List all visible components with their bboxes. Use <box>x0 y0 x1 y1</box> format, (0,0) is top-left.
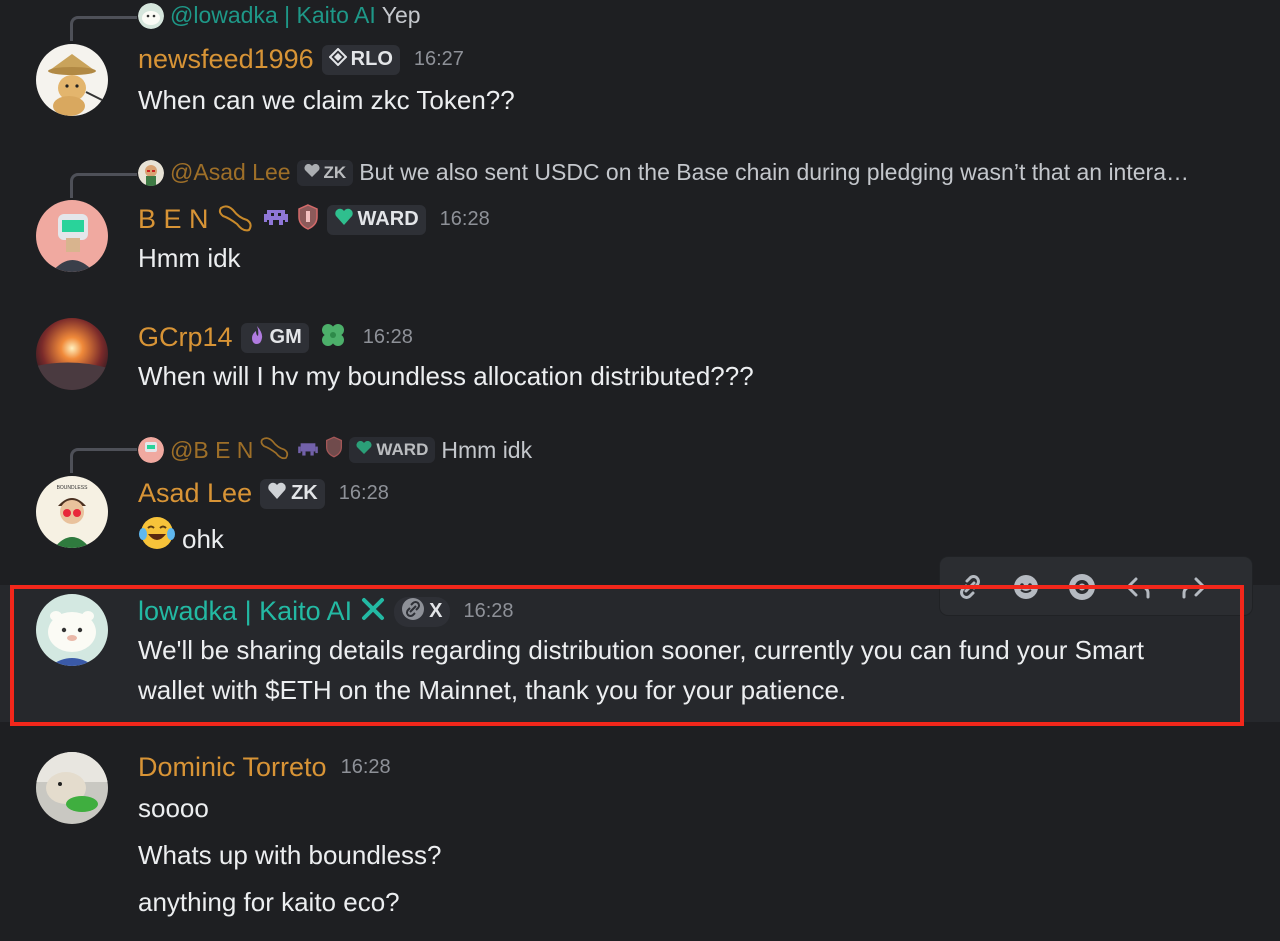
message-text: Hmm idk <box>138 238 241 278</box>
message-line: anything for kaito eco? <box>138 887 400 917</box>
timestamp[interactable]: 16:28 <box>341 756 391 779</box>
reply-username[interactable]: @B E N <box>170 437 253 464</box>
message-line: soooo <box>138 793 209 823</box>
alien-icon <box>297 437 319 464</box>
shield-icon <box>297 204 319 235</box>
reply-guild-tag-label: ZK <box>323 162 347 182</box>
reply-guild-tag: WARD <box>349 437 436 463</box>
message-text: Whats up with boundless? <box>138 835 442 875</box>
guild-tag-label: WARD <box>357 208 419 230</box>
username[interactable]: GCrp14 <box>138 322 233 353</box>
heart-icon <box>334 208 354 232</box>
reply-preview-text[interactable]: But we also sent USDC on the Base chain … <box>359 159 1189 186</box>
avatar[interactable] <box>36 752 108 824</box>
timestamp[interactable]: 16:28 <box>363 326 413 349</box>
crab-icon <box>259 434 291 466</box>
flame-icon <box>248 325 266 351</box>
diamond-icon <box>328 47 348 72</box>
guild-tag[interactable]: ZK <box>260 478 325 509</box>
alien-icon <box>263 206 289 233</box>
laughing-crying-emoji-icon <box>138 514 176 563</box>
reply-username[interactable]: @lowadka | Kaito AI <box>170 2 376 29</box>
guild-tag[interactable]: RLO <box>321 44 400 75</box>
reply-avatar <box>138 437 164 463</box>
message-line: When will I hv my boundless allocation d… <box>138 361 754 391</box>
reply-avatar <box>138 159 164 186</box>
guild-tag[interactable]: GM <box>240 322 309 353</box>
crab-icon <box>217 202 255 237</box>
avatar[interactable] <box>36 44 108 116</box>
avatar[interactable]: BOUNDLESS <box>36 476 108 548</box>
clover-icon <box>317 320 349 355</box>
svg-text:BOUNDLESS: BOUNDLESS <box>57 485 89 491</box>
reply-preview-text[interactable]: Yep <box>382 2 421 29</box>
reply-preview-text[interactable]: Hmm idk <box>441 437 532 464</box>
guild-tag[interactable]: WARD <box>326 204 426 235</box>
reply-spine <box>70 448 137 473</box>
reply-guild-tag: ZK <box>296 159 354 186</box>
heart-icon <box>267 482 287 506</box>
reply-username[interactable]: @Asad Lee <box>170 159 291 186</box>
message-line: Hmm idk <box>138 243 241 273</box>
heart-icon <box>356 440 372 460</box>
heart-icon <box>304 163 320 183</box>
guild-tag-label: GM <box>269 326 302 348</box>
message-text: When can we claim zkc Token?? <box>138 80 515 120</box>
message-line: ohk <box>182 523 224 554</box>
username[interactable]: B E N <box>138 204 209 235</box>
reply-guild-tag-label: WARD <box>376 440 429 459</box>
reply-spine <box>70 173 137 198</box>
username[interactable]: Dominic Torreto <box>138 752 327 783</box>
avatar[interactable] <box>36 200 108 272</box>
message-text: soooo <box>138 788 209 828</box>
highlight-annotation-box <box>10 585 1244 726</box>
message-line: Whats up with boundless? <box>138 840 442 870</box>
message-text: ohk <box>138 514 224 563</box>
message-text: When will I hv my boundless allocation d… <box>138 356 754 396</box>
message-line: When can we claim zkc Token?? <box>138 85 515 115</box>
reply-avatar <box>138 2 164 29</box>
timestamp[interactable]: 16:28 <box>339 482 389 505</box>
reply-spine <box>70 16 137 41</box>
message-text: anything for kaito eco? <box>138 882 400 922</box>
username[interactable]: Asad Lee <box>138 478 252 509</box>
username[interactable]: newsfeed1996 <box>138 44 314 75</box>
guild-tag-label: ZK <box>291 482 318 504</box>
guild-tag-label: RLO <box>350 48 393 70</box>
avatar[interactable] <box>36 318 108 390</box>
timestamp[interactable]: 16:27 <box>414 48 464 71</box>
timestamp[interactable]: 16:28 <box>440 208 490 231</box>
shield-icon <box>325 436 343 464</box>
